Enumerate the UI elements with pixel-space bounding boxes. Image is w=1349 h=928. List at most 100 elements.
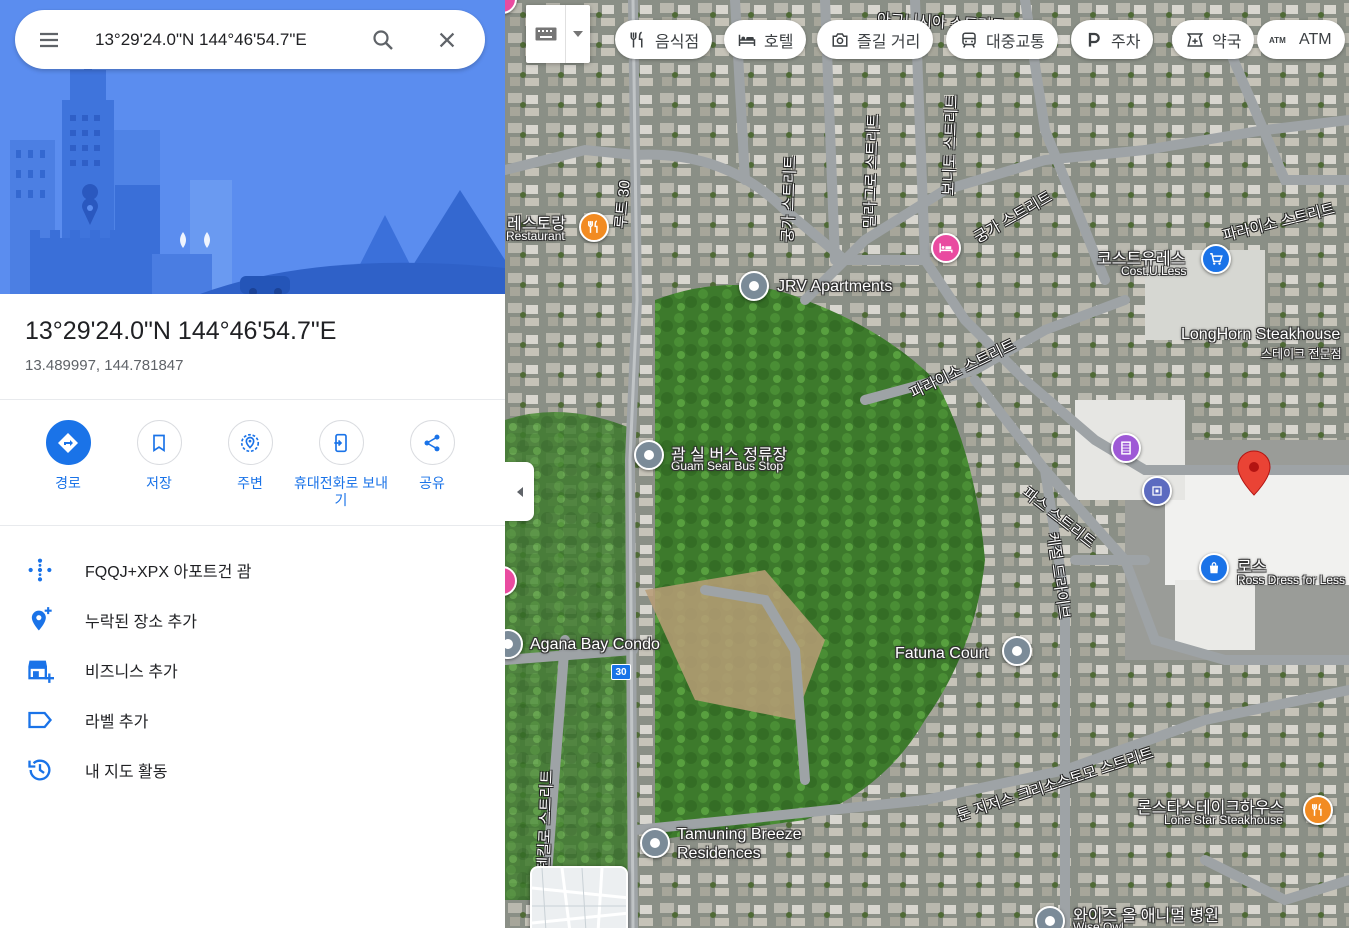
collapse-panel-button[interactable] <box>505 462 534 521</box>
divider <box>0 399 505 400</box>
input-tools-button[interactable] <box>526 5 590 63</box>
hotel-pin[interactable] <box>931 233 961 263</box>
keyboard-toggle[interactable] <box>526 5 566 63</box>
clear-search-button[interactable] <box>427 20 467 60</box>
street-label: 궁가 스트리트 <box>779 155 800 243</box>
plus-code-row[interactable]: FQQJ+XPX 아포트건 괌 <box>0 545 505 595</box>
nearby-label: 주변 <box>237 475 263 491</box>
place-label[interactable]: Agana Bay Condo <box>530 636 660 654</box>
side-panel: 13°29'24.0"N 144°46'54.7"E 13.489997, 14… <box>0 0 505 928</box>
save-button[interactable]: 저장 <box>114 420 204 492</box>
dropped-pin-marker[interactable] <box>1237 450 1271 496</box>
place-title: 13°29'24.0"N 144°46'54.7"E <box>25 317 337 345</box>
parking-icon <box>1088 32 1100 47</box>
map-canvas[interactable]: 음식점 호텔 즐길 거리 대중교통 주차 약국 ATM ATM 루트 30 궁가… <box>505 0 1349 928</box>
map-activity-row[interactable]: 내 지도 활동 <box>0 745 505 795</box>
shopping-cart-icon <box>1210 253 1223 265</box>
directions-circle <box>45 420 91 465</box>
shopping-bag-icon <box>1209 562 1219 574</box>
wise-owl-pin[interactable] <box>1035 906 1065 928</box>
action-buttons: 경로 저장 주변 휴대전화로 보내기 공유 <box>0 420 505 520</box>
place-sublabel: Lone Star Steakhouse <box>1164 813 1283 827</box>
send-to-phone-circle <box>318 420 364 465</box>
search-input[interactable] <box>95 29 355 50</box>
satellite-imagery <box>505 0 1349 928</box>
add-place-icon-wrap <box>25 605 55 635</box>
history-icon <box>28 759 51 781</box>
add-business-row[interactable]: 비즈니스 추가 <box>0 645 505 695</box>
place-label[interactable]: Fatuna Court <box>895 645 988 663</box>
menu-button[interactable] <box>29 20 69 60</box>
chip-parking[interactable]: 주차 <box>1071 20 1154 59</box>
restaurant-icon <box>630 31 643 47</box>
add-business-icon <box>28 660 54 683</box>
chip-atm[interactable]: ATM ATM <box>1257 20 1345 59</box>
ross-pin[interactable] <box>1199 553 1229 583</box>
place-sublabel: 스테이크 전문점 <box>1261 347 1342 361</box>
hotel-icon <box>939 243 953 253</box>
place-label[interactable]: LongHorn Steakhouse <box>1181 326 1340 344</box>
add-place-text: 누락된 장소 추가 <box>85 614 197 631</box>
bus-stop-pin[interactable] <box>634 440 664 470</box>
chip-hotel-label: 호텔 <box>764 33 794 51</box>
add-place-icon <box>31 607 52 631</box>
close-icon <box>439 32 455 47</box>
cinema-pin[interactable] <box>1111 433 1141 463</box>
chip-atm-label: ATM <box>1299 30 1332 48</box>
place-sublabel: Residences <box>677 845 761 862</box>
save-circle <box>136 420 182 465</box>
keyboard-icon <box>535 27 556 41</box>
directions-button[interactable]: 경로 <box>23 420 113 492</box>
add-business-icon-wrap <box>25 655 55 685</box>
input-tools-dropdown[interactable] <box>566 5 590 63</box>
send-to-phone-icon <box>334 433 347 452</box>
camera-icon <box>832 32 848 47</box>
directions-label: 경로 <box>55 475 81 491</box>
nearby-circle <box>227 420 273 465</box>
jrv-apartments-pin[interactable] <box>739 271 769 301</box>
film-icon <box>1121 441 1131 455</box>
add-label-row[interactable]: 라벨 추가 <box>0 695 505 745</box>
store-pin[interactable] <box>1142 476 1172 506</box>
share-circle <box>409 420 455 465</box>
search-button[interactable] <box>363 20 403 60</box>
route-30-shield: 30 <box>611 664 631 680</box>
chip-parking-label: 주차 <box>1111 33 1141 51</box>
restaurant-pin[interactable] <box>579 212 609 242</box>
add-label-text: 라벨 추가 <box>85 714 149 731</box>
layers-toggle[interactable] <box>530 866 628 928</box>
label-icon <box>28 711 53 729</box>
svg-text:ATM: ATM <box>1269 36 1286 45</box>
chip-things-to-do[interactable]: 즐길 거리 <box>817 20 934 59</box>
place-sublabel: Restaurant <box>506 229 565 243</box>
street-label: 밀라그로 스트리트 <box>861 113 883 229</box>
label-icon-wrap <box>25 705 55 735</box>
chip-pharmacy-label: 약국 <box>1212 33 1242 51</box>
history-icon-wrap <box>25 755 55 785</box>
send-to-phone-button[interactable]: 휴대전화로 보내기 <box>294 420 388 509</box>
tamuning-breeze-pin[interactable] <box>640 828 670 858</box>
hamburger-icon <box>40 32 58 47</box>
plus-code-icon-wrap <box>25 555 55 585</box>
chip-restaurant[interactable]: 음식점 <box>615 20 713 59</box>
share-button[interactable]: 공유 <box>387 420 477 492</box>
place-sublabel: Wise Owl <box>1073 920 1124 928</box>
restaurant-icon <box>1312 803 1322 816</box>
nearby-icon <box>240 433 260 452</box>
nearby-button[interactable]: 주변 <box>205 420 295 492</box>
chip-pharmacy[interactable]: 약국 <box>1172 20 1255 59</box>
lone-star-pin[interactable] <box>1303 795 1333 825</box>
cost-u-less-pin[interactable] <box>1201 244 1231 274</box>
search-icon <box>373 29 393 50</box>
hotel-icon <box>738 34 756 46</box>
add-place-row[interactable]: 누락된 장소 추가 <box>0 595 505 645</box>
fatuna-court-pin[interactable] <box>1002 636 1032 666</box>
save-label: 저장 <box>146 475 172 491</box>
street-label: 텐킬로 스트리트 <box>535 769 557 871</box>
chip-hotel[interactable]: 호텔 <box>724 20 807 59</box>
plus-code-icon <box>28 558 52 582</box>
place-label[interactable]: Tamuning Breeze <box>677 826 802 844</box>
share-label: 공유 <box>419 475 445 491</box>
chip-transit[interactable]: 대중교통 <box>946 20 1058 59</box>
place-label[interactable]: JRV Apartments <box>777 278 892 296</box>
